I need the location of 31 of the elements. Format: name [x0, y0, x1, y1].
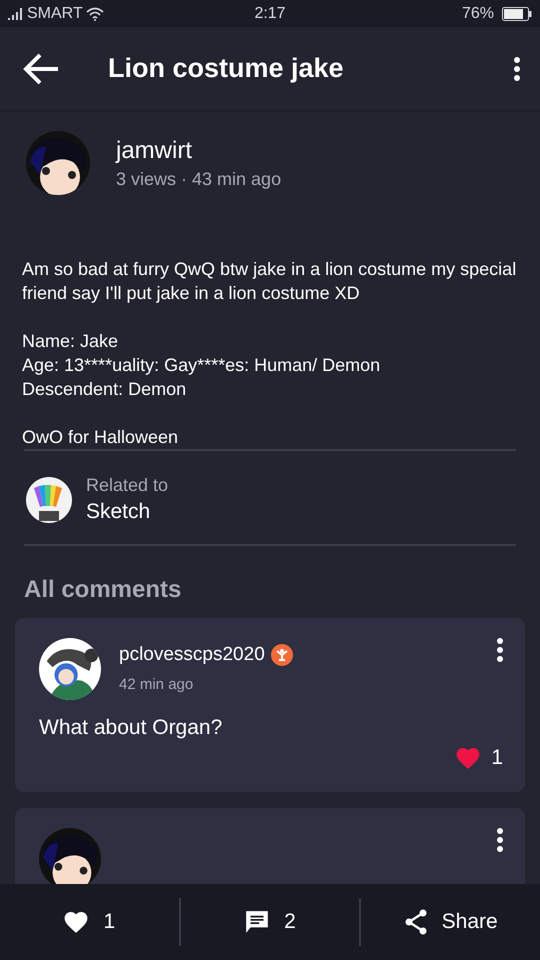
commenter-name: pclovesscps2020 [119, 644, 265, 666]
post-paragraph: OwO for Halloween [22, 426, 180, 449]
share-button[interactable]: Share [361, 898, 540, 946]
brush-logo-icon [26, 476, 72, 522]
comment-menu-button[interactable] [497, 828, 503, 852]
comment-icon [244, 909, 270, 935]
comment-text: What about Organ? [39, 716, 224, 740]
heart-icon[interactable] [455, 746, 482, 770]
comments-button[interactable]: 2 [180, 898, 360, 946]
wifi-icon [86, 6, 104, 20]
battery-icon [502, 6, 532, 20]
comments-heading: All comments [23, 575, 182, 605]
page-title: Lion costume jake [108, 53, 345, 84]
like-button[interactable]: 1 [0, 898, 179, 946]
back-button[interactable] [22, 52, 60, 86]
more-menu-button[interactable] [514, 56, 520, 80]
signal-icon [8, 8, 24, 20]
like-count: 1 [491, 746, 503, 770]
post-paragraph: Name: Jake Age: 13****uality: Gay****es: Human/ Demon Descendent: Demon [22, 330, 382, 401]
comment-time: 42 min ago [119, 676, 194, 693]
related-category-link[interactable]: Sketch [86, 500, 168, 524]
author-name: jamwirt [116, 136, 193, 164]
post-meta: 3 views · 43 min ago [116, 168, 282, 190]
clock: 2:17 [254, 4, 286, 22]
heart-icon [63, 910, 90, 934]
post-paragraph: Am so bad at furry QwQ btw jake in a lion costume my special friend say I'll put jake in a lion costume XD [22, 258, 518, 305]
carrier-name: SMART [27, 4, 83, 22]
share-icon [404, 909, 428, 935]
related-label: Related to [86, 475, 168, 496]
battery-level: 76% [462, 4, 494, 22]
comment-menu-button[interactable] [497, 638, 503, 662]
